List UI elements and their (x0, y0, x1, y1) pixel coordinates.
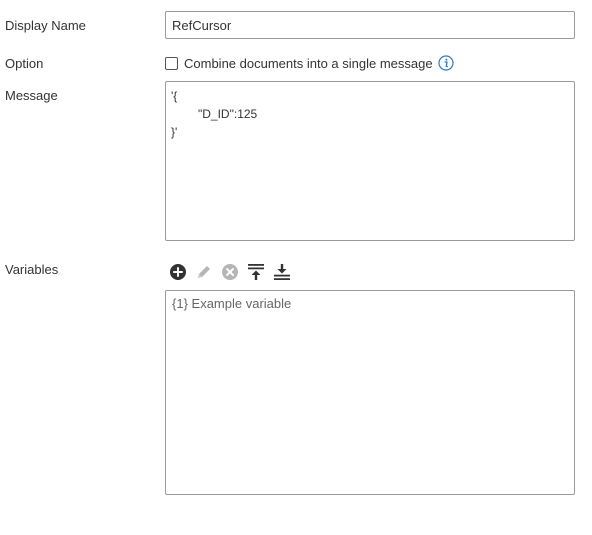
add-variable-button[interactable] (168, 262, 188, 282)
display-name-label: Display Name (5, 18, 86, 33)
variables-label: Variables (5, 262, 59, 277)
variables-toolbar (168, 262, 298, 282)
message-line: "D_ID":125 (198, 107, 258, 121)
combine-documents-label[interactable]: Combine documents into a single message (184, 56, 433, 71)
move-to-top-button[interactable] (246, 262, 266, 282)
list-item[interactable]: {1} Example variable (172, 296, 568, 312)
message-line: }' (171, 125, 178, 139)
combine-documents-checkbox[interactable] (165, 56, 178, 70)
plus-circle-icon (170, 264, 186, 280)
display-name-input[interactable] (165, 11, 575, 39)
message-label: Message (5, 88, 58, 103)
remove-variable-button[interactable] (220, 262, 240, 282)
message-line: '{ (171, 89, 178, 103)
variables-list[interactable]: {1} Example variable (165, 290, 575, 495)
x-circle-icon (222, 264, 238, 280)
info-circle-icon[interactable] (437, 55, 454, 71)
message-textarea[interactable]: '{ "D_ID":125 }' (165, 81, 575, 241)
edit-variable-button[interactable] (194, 262, 214, 282)
combine-documents-option: Combine documents into a single message (165, 54, 454, 72)
pencil-icon (198, 266, 210, 278)
move-to-bottom-icon (274, 264, 290, 280)
option-label: Option (5, 56, 44, 71)
move-to-bottom-button[interactable] (272, 262, 292, 282)
move-to-top-icon (248, 264, 264, 280)
